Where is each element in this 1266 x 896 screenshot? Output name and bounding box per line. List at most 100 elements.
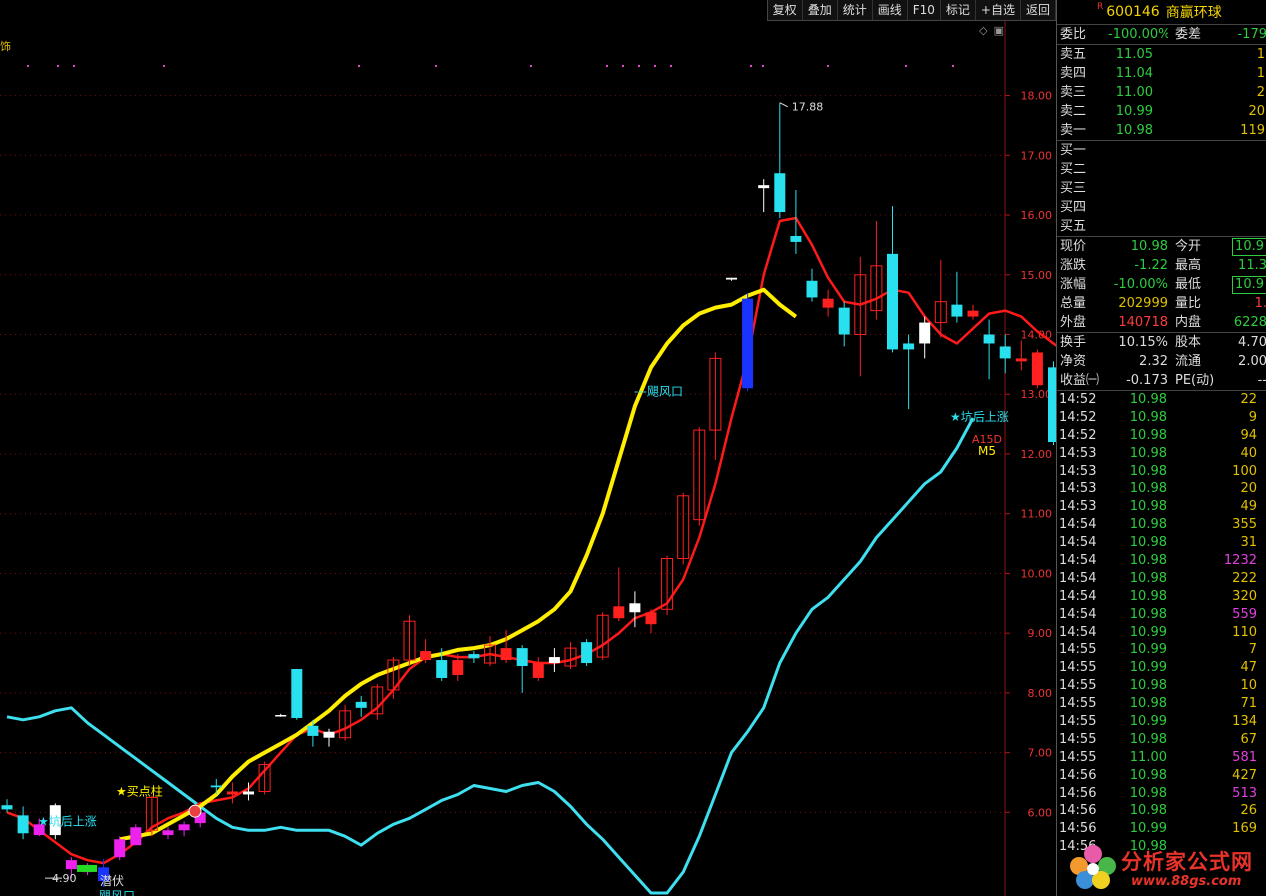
r-mark: R <box>1097 2 1104 12</box>
candle-body <box>967 310 979 317</box>
tick-time: 14:56 <box>1059 767 1097 783</box>
fund-label: 股本 <box>1175 335 1202 350</box>
quote-stat-row: 涨幅 -10.00% 最低 10.9 <box>1057 275 1266 294</box>
y-tick-label: 9.00 <box>1028 627 1053 640</box>
toolbar-mark-button[interactable]: 标记 <box>941 0 976 20</box>
toolbar-stats-button[interactable]: 统计 <box>838 0 873 20</box>
buy-level-row: 买四 <box>1057 198 1266 217</box>
y-tick-label: 8.00 <box>1028 687 1053 700</box>
stock-title: R 600146 商赢环球 <box>1057 0 1266 25</box>
toolbar-add-watchlist-button[interactable]: +自选 <box>976 0 1021 20</box>
kline-chart-area[interactable]: 18.00 17.00 16.00 15.00 14.00 13.00 12.00 11.00… <box>0 0 1056 896</box>
sell-level-row: 卖一 10.98 119 <box>1057 121 1266 140</box>
candle-body <box>983 334 995 344</box>
tick-time: 14:55 <box>1059 642 1097 658</box>
stat-label: 涨跌 <box>1060 258 1087 273</box>
flower-logo-icon <box>1070 845 1116 889</box>
latent-signal-bar <box>77 864 97 872</box>
tick-time: 14:56 <box>1059 785 1097 801</box>
toolbar-f10-button[interactable]: F10 <box>908 0 941 20</box>
tick-volume: 559 <box>1232 606 1257 622</box>
tick-list[interactable]: 14:52 10.98 22 14:52 10.98 9 14:52 10.98 94 14:53… <box>1057 390 1266 856</box>
tick-time: 14:56 <box>1059 821 1097 837</box>
tick-volume: 31 <box>1240 535 1257 551</box>
stat-value: 10.9 <box>1232 238 1266 256</box>
y-tick-label: 15.00 <box>1021 269 1053 282</box>
tick-row: 14:54 10.98 559 <box>1057 606 1266 624</box>
tick-price: 10.98 <box>1129 570 1167 586</box>
quote-stat-row: 外盘 140718 内盘 6228 <box>1057 313 1266 332</box>
tick-price: 10.99 <box>1129 642 1167 658</box>
buy-level-row: 买三 <box>1057 179 1266 198</box>
tick-volume: 47 <box>1240 660 1257 676</box>
tick-volume: 513 <box>1232 785 1257 801</box>
candle-body <box>65 860 77 870</box>
tag-m5: M5 <box>978 444 996 458</box>
tick-row: 14:56 10.98 26 <box>1057 802 1266 820</box>
fundamentals: 换手 10.15% 股本 4.70 净资 2.32 流通 2.00 收益㈠ -0.173 PE(动)… <box>1057 332 1266 390</box>
sell-level-label: 卖四 <box>1060 66 1087 81</box>
diamond-icon[interactable]: ◇ <box>979 24 987 37</box>
tick-time: 14:55 <box>1059 714 1097 730</box>
tick-row: 14:54 10.99 110 <box>1057 624 1266 642</box>
sell-level-label: 卖二 <box>1060 104 1087 119</box>
weibi-label: 委比 <box>1060 27 1087 42</box>
stat-value: 1. <box>1254 296 1266 311</box>
tick-row: 14:53 10.98 49 <box>1057 498 1266 516</box>
signal-dot <box>638 65 640 67</box>
tick-volume: 40 <box>1240 445 1257 461</box>
candle-body <box>806 280 818 298</box>
tick-time: 14:52 <box>1059 392 1097 407</box>
sell-level-volume: 2 <box>1256 85 1265 100</box>
toolbar-draw-button[interactable]: 画线 <box>873 0 908 20</box>
quote-stat-row: 现价 10.98 今开 10.9 <box>1057 237 1266 256</box>
tick-time: 14:53 <box>1059 445 1097 461</box>
tick-time: 14:55 <box>1059 749 1097 765</box>
candle-body <box>790 235 802 242</box>
tick-price: 10.99 <box>1129 624 1167 640</box>
fund-label: 换手 <box>1060 335 1087 350</box>
indicator-label: 饰 <box>0 39 11 53</box>
candle-body <box>114 839 126 858</box>
tick-volume: 355 <box>1232 517 1257 533</box>
tick-time: 14:55 <box>1059 678 1097 694</box>
toolbar-overlay-button[interactable]: 叠加 <box>803 0 838 20</box>
tag-kengup-right: ★坑后上涨 <box>950 409 1009 424</box>
tick-volume: 100 <box>1232 463 1257 479</box>
tick-time: 14:54 <box>1059 570 1097 586</box>
fundamental-row: 净资 2.32 流通 2.00 <box>1057 352 1266 371</box>
window-toggle-icon[interactable]: ▣ <box>994 24 1004 37</box>
candle-body <box>420 651 432 661</box>
ma-red-line <box>6 216 1056 865</box>
sell-level-price: 11.05 <box>1115 47 1153 62</box>
tick-time: 14:54 <box>1059 553 1097 569</box>
tick-price: 10.98 <box>1129 427 1167 443</box>
toolbar-fuquan-button[interactable]: 复权 <box>768 0 803 20</box>
stat-value: 202999 <box>1118 296 1168 311</box>
candle-body <box>452 660 464 675</box>
sell-level-price: 10.98 <box>1115 123 1153 138</box>
toolbar-back-button[interactable]: 返回 <box>1021 0 1056 20</box>
chart-toolbar: 复权 叠加 统计 画线 F10 标记 +自选 返回 <box>766 0 1056 21</box>
tick-time: 14:54 <box>1059 624 1097 640</box>
tag-kengup-left: ★坑后上涨 <box>38 813 97 828</box>
signal-dot <box>27 65 29 67</box>
buy-level-row: 买一 <box>1057 141 1266 160</box>
buy-level-row: 买二 <box>1057 160 1266 179</box>
kline-chart[interactable]: 18.0017.0016.0015.0014.0013.0012.0011.00… <box>0 0 1056 896</box>
candle-body <box>210 785 222 788</box>
fund-label: 流通 <box>1175 354 1202 369</box>
stat-value: -10.00% <box>1113 277 1168 292</box>
fundamental-row: 换手 10.15% 股本 4.70 <box>1057 333 1266 352</box>
fund-value: -- <box>1257 373 1266 388</box>
tick-volume: 26 <box>1240 803 1257 819</box>
tick-price: 11.00 <box>1129 749 1167 765</box>
buy-level-label: 买四 <box>1060 200 1087 215</box>
tag-fengkou-mid: ---飓风口 <box>634 384 683 398</box>
ma-yellow-line <box>119 287 798 842</box>
buy-level-label: 买一 <box>1060 143 1087 158</box>
tick-volume: 1232 <box>1223 553 1257 569</box>
stat-value: 11.3 <box>1238 258 1266 273</box>
tick-price: 10.98 <box>1129 445 1167 461</box>
tick-row: 14:54 10.98 222 <box>1057 570 1266 588</box>
